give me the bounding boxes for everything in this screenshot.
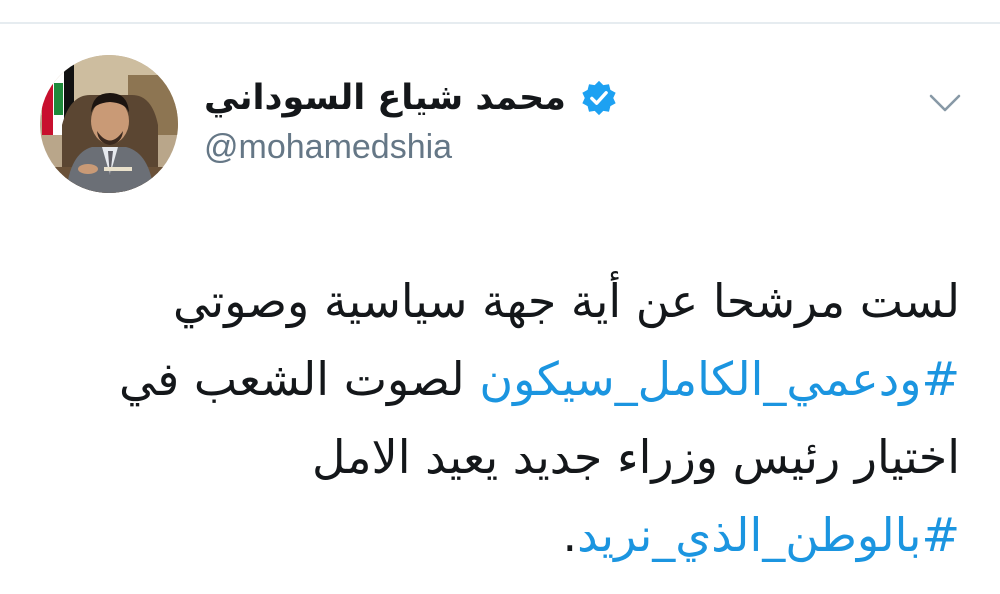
tweet-line-4-punct: .	[562, 508, 578, 562]
chevron-down-icon[interactable]	[925, 88, 965, 118]
tweet-header: محمد شياع السوداني @mohamedshia	[204, 70, 624, 180]
tweet-line-4: #بالوطن_الذي_نريد.	[30, 496, 960, 574]
avatar-photo	[40, 55, 178, 193]
verified-badge-icon	[582, 80, 616, 116]
hashtag-link[interactable]: #بالوطن_الذي_نريد	[577, 508, 960, 562]
display-name[interactable]: محمد شياع السوداني	[204, 78, 566, 118]
tweet-line-2-text: لصوت الشعب في	[118, 352, 480, 406]
tweet-card: محمد شياع السوداني @mohamedshia لست مرشح…	[0, 0, 1000, 594]
tweet-line-2: #ودعمي_الكامل_سيكون لصوت الشعب في	[30, 340, 960, 418]
top-divider	[0, 22, 1000, 24]
user-handle[interactable]: @mohamedshia	[204, 128, 452, 167]
tweet-line-1: لست مرشحا عن أية جهة سياسية وصوتي	[173, 274, 960, 328]
hashtag-link[interactable]: #ودعمي_الكامل_سيكون	[479, 352, 960, 406]
avatar[interactable]	[40, 55, 178, 193]
tweet-text: لست مرشحا عن أية جهة سياسية وصوتي #ودعمي…	[30, 262, 960, 574]
tweet-line-3: اختيار رئيس وزراء جديد يعيد الامل	[312, 430, 960, 484]
name-row: محمد شياع السوداني	[204, 70, 624, 126]
